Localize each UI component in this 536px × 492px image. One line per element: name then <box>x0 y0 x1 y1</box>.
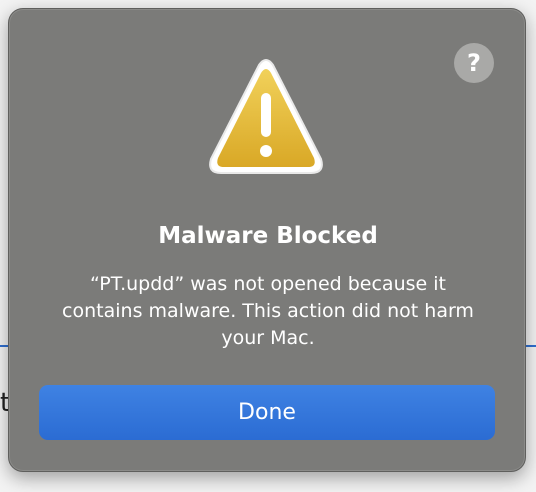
help-button[interactable]: ? <box>454 43 494 83</box>
malware-alert-dialog: ? Malware Blocked “PT.updd” was not open… <box>8 8 526 472</box>
warning-triangle-icon <box>209 59 323 174</box>
dialog-title: Malware Blocked <box>158 223 378 249</box>
dialog-message: “PT.updd” was not opened because it cont… <box>62 273 474 349</box>
done-button[interactable]: Done <box>39 385 495 440</box>
